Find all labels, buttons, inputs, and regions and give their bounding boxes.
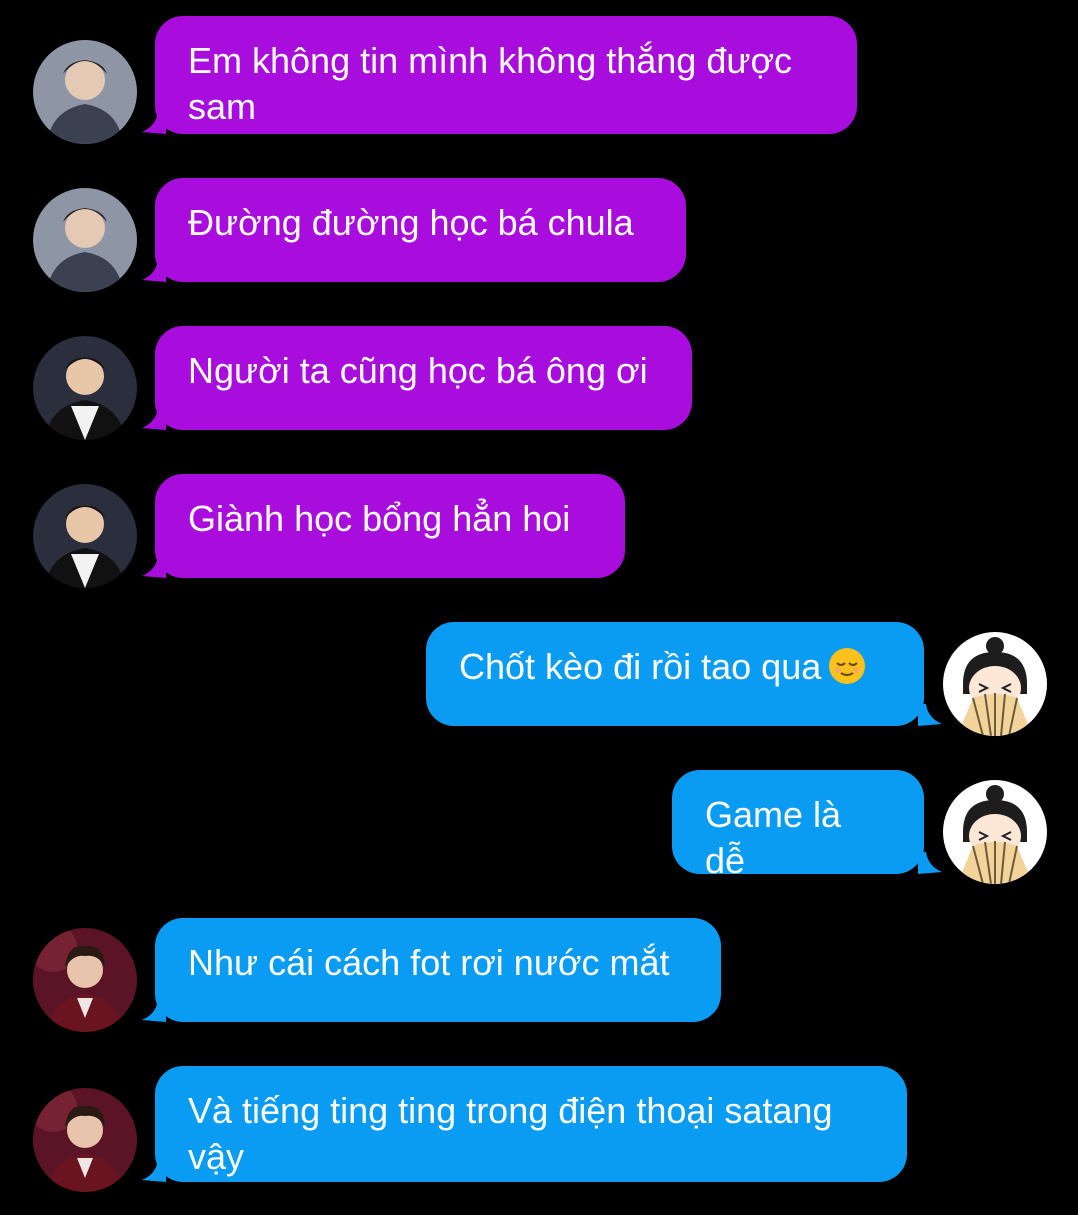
sender-avatar-3[interactable] xyxy=(33,928,137,1032)
chat-thread: Em không tin mình không thắng được sam Đ… xyxy=(0,0,1078,1215)
message-bubble[interactable]: Em không tin mình không thắng được sam xyxy=(155,16,857,134)
message-text: Giành học bổng hẳn hoi xyxy=(188,498,571,539)
message-row: Game là dễ xyxy=(0,762,1078,884)
sender-avatar-1[interactable] xyxy=(33,188,137,292)
message-text: Người ta cũng học bá ông ơi xyxy=(188,350,648,391)
message-row: Chốt kèo đi rồi tao qua xyxy=(0,614,1078,736)
relieved-face-emoji xyxy=(827,646,867,686)
sender-avatar-2[interactable] xyxy=(33,484,137,588)
message-text: Chốt kèo đi rồi tao qua xyxy=(459,646,822,687)
sender-avatar-1[interactable] xyxy=(33,40,137,144)
message-text: Như cái cách fot rơi nước mắt xyxy=(188,942,670,983)
message-text: Em không tin mình không thắng được sam xyxy=(188,40,793,127)
message-row: Như cái cách fot rơi nước mắt xyxy=(0,910,1078,1032)
message-row: Người ta cũng học bá ông ơi xyxy=(0,318,1078,440)
message-bubble[interactable]: Và tiếng ting ting trong điện thoại sata… xyxy=(155,1066,907,1182)
message-bubble[interactable]: Game là dễ xyxy=(672,770,924,881)
message-bubble[interactable]: Giành học bổng hẳn hoi xyxy=(155,474,625,578)
message-text: Game là dễ xyxy=(705,794,842,881)
message-row: Và tiếng ting ting trong điện thoại sata… xyxy=(0,1058,1078,1215)
message-text: Và tiếng ting ting trong điện thoại sata… xyxy=(188,1090,833,1177)
message-row: Đường đường học bá chula xyxy=(0,170,1078,292)
message-bubble[interactable]: Như cái cách fot rơi nước mắt xyxy=(155,918,721,1022)
message-text: Đường đường học bá chula xyxy=(188,202,634,243)
sender-avatar-self[interactable] xyxy=(943,632,1047,736)
sender-avatar-2[interactable] xyxy=(33,336,137,440)
message-bubble[interactable]: Đường đường học bá chula xyxy=(155,178,686,282)
message-row: Giành học bổng hẳn hoi xyxy=(0,466,1078,588)
message-bubble[interactable]: Người ta cũng học bá ông ơi xyxy=(155,326,692,430)
message-row: Em không tin mình không thắng được sam xyxy=(0,0,1078,150)
sender-avatar-3[interactable] xyxy=(33,1088,137,1192)
sender-avatar-self[interactable] xyxy=(943,780,1047,884)
message-bubble[interactable]: Chốt kèo đi rồi tao qua xyxy=(426,622,924,726)
